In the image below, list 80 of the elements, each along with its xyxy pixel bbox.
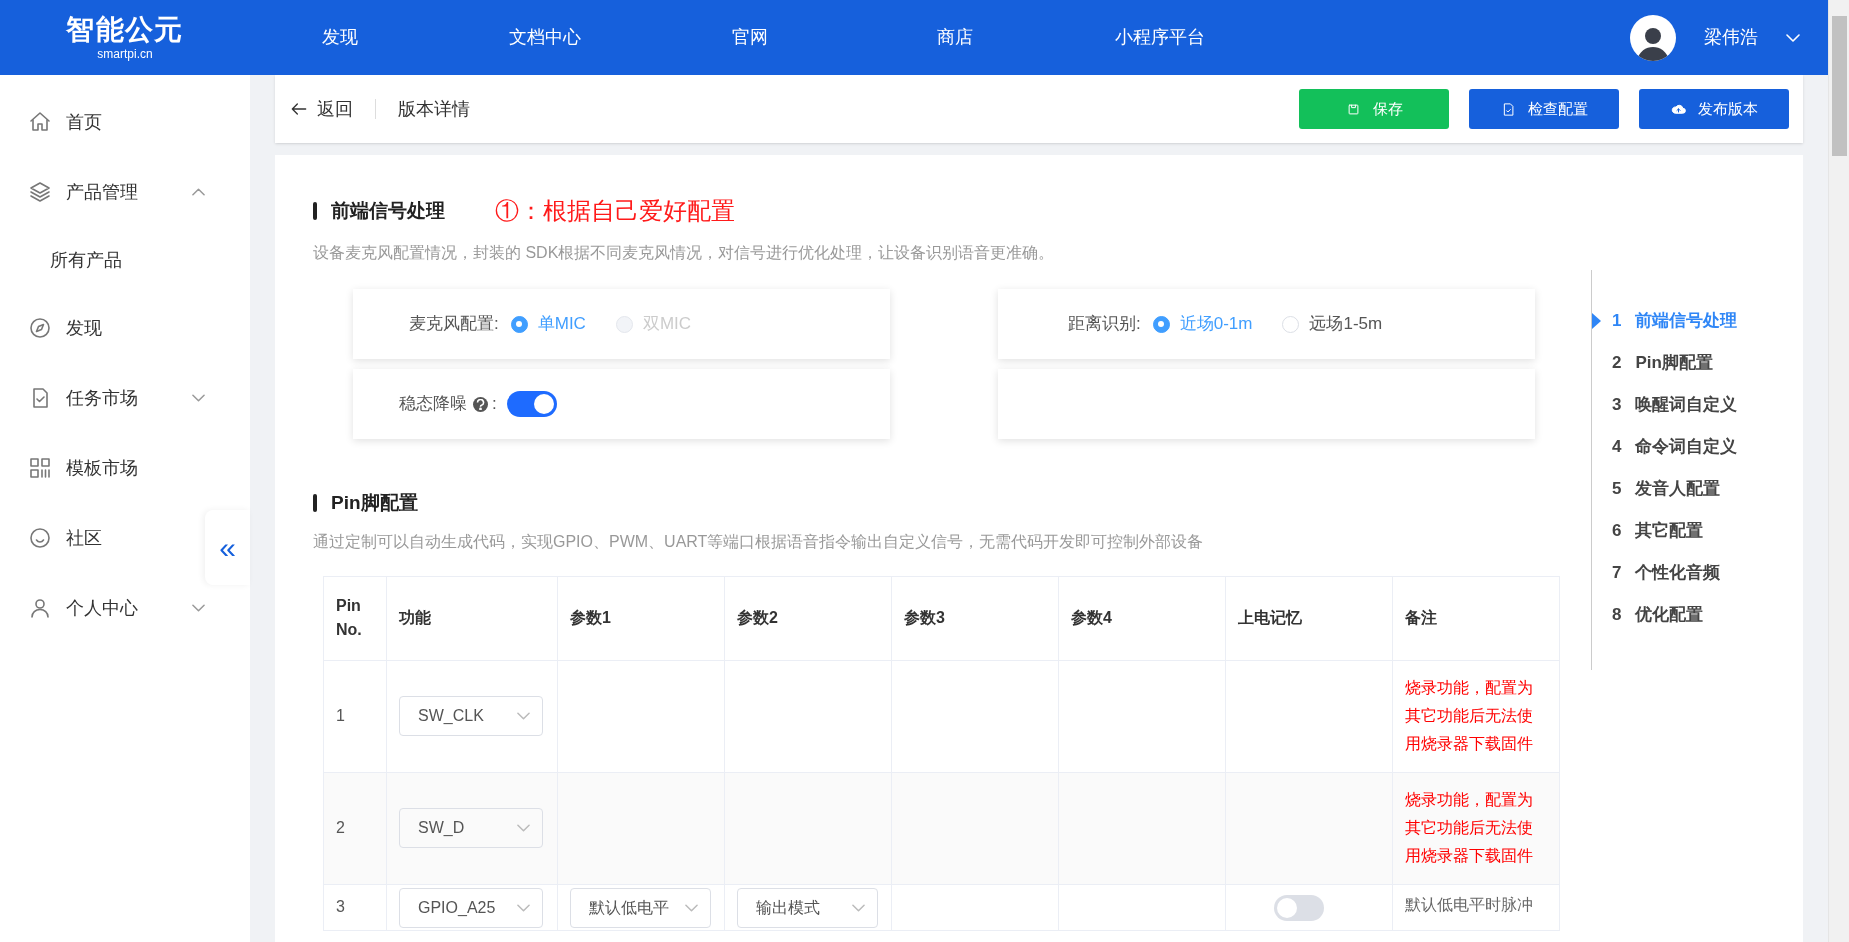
sidebar-item[interactable]: 模板市场: [0, 433, 205, 503]
toggle-switch[interactable]: [506, 391, 557, 417]
smiley-icon: [28, 526, 52, 550]
chevron-down-icon: [517, 824, 530, 832]
field-label: 距离识别:: [1068, 313, 1141, 336]
compass-icon: [28, 316, 52, 340]
collapse-button[interactable]: «: [205, 510, 250, 585]
sidebar-item[interactable]: 社区: [0, 503, 205, 573]
heading-bar: [313, 202, 317, 220]
avatar: [1630, 14, 1676, 61]
chevron-down-icon: [852, 903, 865, 912]
anchor-link[interactable]: 6 其它配置: [1592, 510, 1803, 552]
section-description: 设备麦克风配置情况，封装的 SDK根据不同麦克风情况，对信号进行优化处理，让设备识别语音更准确。: [313, 243, 1056, 263]
chevron-down-icon: [1786, 33, 1800, 42]
select-field[interactable]: GPIO_A25: [399, 887, 543, 928]
scrollbar[interactable]: [1828, 0, 1849, 942]
publish-button[interactable]: 发布版本: [1639, 89, 1789, 129]
save-icon: [1345, 101, 1361, 117]
column-header: 参数3: [891, 576, 1059, 660]
radio-button[interactable]: [1152, 315, 1170, 333]
table-cell: 2: [323, 772, 387, 884]
sidebar-item[interactable]: 首页: [0, 87, 205, 157]
chevron-down-icon: [517, 712, 530, 720]
colon-text: :: [492, 393, 497, 416]
chevron-down-icon: [517, 903, 530, 912]
nav-link[interactable]: 官网: [660, 24, 840, 51]
anchor-link[interactable]: 2 Pin脚配置: [1592, 342, 1803, 384]
table-cell: 烧录功能，配置为其它功能后无法使用烧录器下载固件: [1392, 772, 1560, 884]
nav-link[interactable]: 小程序平台: [1070, 24, 1250, 51]
select-field[interactable]: SW_CLK: [399, 696, 543, 736]
column-header: 备注: [1392, 576, 1560, 660]
active-marker-icon: [1592, 313, 1601, 329]
logo[interactable]: 智能公元 smartpi.cn: [0, 14, 250, 61]
radio-button[interactable]: [510, 315, 528, 333]
section-title: 前端信号处理: [331, 198, 445, 223]
anchor-link[interactable]: 8 优化配置: [1592, 594, 1803, 636]
table-cell: 默认低电平时脉冲: [1392, 884, 1560, 930]
toggle-switch[interactable]: [1274, 894, 1324, 921]
table-cell: 1: [323, 660, 387, 772]
column-header: 参数4: [1058, 576, 1226, 660]
sidebar-subitem[interactable]: 所有产品: [0, 227, 250, 293]
anchor-link[interactable]: 4 命令词自定义: [1592, 426, 1803, 468]
nav-link[interactable]: 商店: [840, 24, 1070, 51]
select-field[interactable]: SW_D: [399, 808, 543, 848]
user-icon: [28, 596, 52, 620]
sidebar-item[interactable]: 任务市场: [0, 363, 205, 433]
check-button[interactable]: 检查配置: [1469, 89, 1619, 129]
anchor-link[interactable]: 7 个性化音频: [1592, 552, 1803, 594]
table-cell: 3: [323, 884, 387, 930]
select-field[interactable]: 默认低电平: [570, 887, 711, 928]
sidebar-item[interactable]: 个人中心: [0, 573, 205, 643]
anchor-link[interactable]: 1 前端信号处理: [1592, 300, 1803, 342]
column-header: 参数2: [724, 576, 892, 660]
column-header: 功能: [386, 576, 558, 660]
section-title: Pin脚配置: [331, 491, 418, 515]
column-header: 参数1: [557, 576, 725, 660]
anchor-link[interactable]: 3 唤醒词自定义: [1592, 384, 1803, 426]
column-header: Pin No.: [323, 576, 387, 660]
home-icon: [28, 110, 52, 134]
help-icon[interactable]: [473, 396, 488, 412]
column-header: 上电记忆: [1225, 576, 1393, 660]
user-name[interactable]: 梁伟浩: [1704, 24, 1758, 51]
nav-link[interactable]: 发现: [250, 24, 430, 51]
sidebar-item[interactable]: 产品管理: [0, 157, 205, 227]
section-description: 通过定制可以自动生成代码，实现GPIO、PWM、UART等端口根据语音指令输出自定义信号，无需代码开发即可控制外部设备: [313, 531, 1205, 552]
nav-link[interactable]: 文档中心: [430, 24, 660, 51]
heading-bar: [313, 494, 317, 513]
field-label: 麦克风配置:: [409, 313, 499, 336]
annotation-text: ①：根据自己爱好配置: [495, 196, 735, 226]
sidebar-item[interactable]: 发现: [0, 293, 205, 363]
grid-icon: [28, 456, 52, 480]
back-link[interactable]: 返回: [289, 95, 353, 123]
field-label: 稳态降噪: [399, 393, 467, 416]
layers-icon: [28, 180, 52, 204]
radio-option[interactable]: 远场1-5m: [1282, 311, 1383, 337]
page-title: 版本详情: [398, 97, 471, 121]
table-cell: 烧录功能，配置为其它功能后无法使用烧录器下载固件: [1392, 660, 1560, 772]
chevron-down-icon: [685, 903, 698, 912]
select-field[interactable]: 输出模式: [737, 887, 878, 928]
anchor-link[interactable]: 5 发音人配置: [1592, 468, 1803, 510]
